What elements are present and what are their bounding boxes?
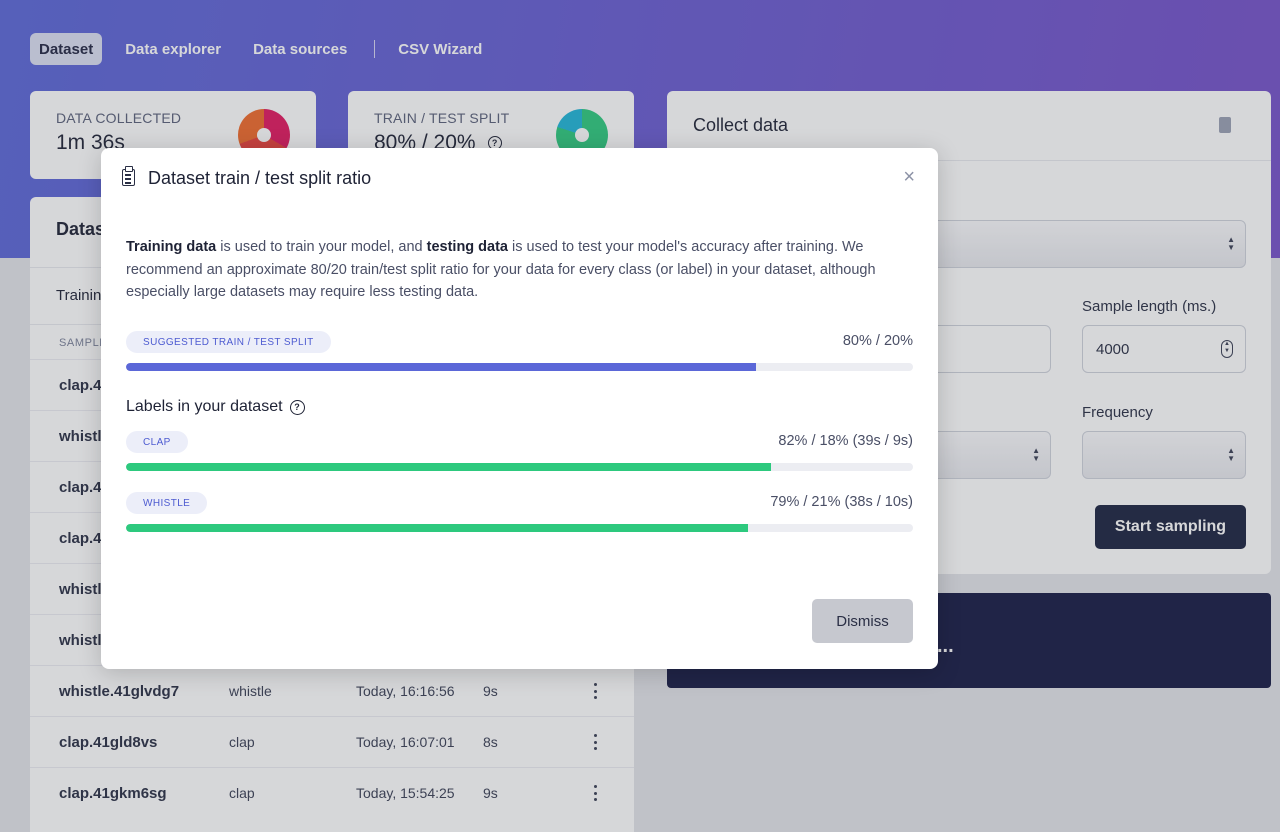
description-text: is used to train your model, and: [216, 239, 427, 255]
label-ratio-clap: 82% / 18% (39s / 9s): [778, 433, 913, 449]
labels-heading-text: Labels in your dataset: [126, 398, 283, 415]
suggested-split-fill: [126, 363, 756, 371]
modal-description: Training data is used to train your mode…: [126, 236, 916, 304]
suggested-split-bar: [126, 363, 913, 371]
label-fill-whistle: [126, 524, 748, 532]
split-ratio-modal: Dataset train / test split ratio × Train…: [101, 148, 938, 669]
label-pill-whistle: WHISTLE: [126, 492, 208, 514]
suggested-split-ratio: 80% / 20%: [842, 333, 913, 349]
suggested-split-pill: SUGGESTED TRAIN / TEST SPLIT: [126, 331, 331, 353]
labels-heading: Labels in your dataset ?: [126, 398, 305, 416]
label-bar-clap: [126, 463, 913, 471]
dismiss-button[interactable]: Dismiss: [812, 599, 913, 643]
help-icon[interactable]: ?: [289, 399, 305, 415]
close-icon[interactable]: ×: [903, 166, 915, 189]
label-fill-clap: [126, 463, 772, 471]
clipboard-icon: [122, 166, 135, 186]
label-pill-clap: CLAP: [126, 431, 188, 453]
testing-data-term: testing data: [426, 239, 508, 255]
modal-title: Dataset train / test split ratio: [148, 168, 372, 188]
label-ratio-whistle: 79% / 21% (38s / 10s): [770, 494, 913, 510]
label-bar-whistle: [126, 524, 913, 532]
training-data-term: Training data: [126, 239, 217, 255]
